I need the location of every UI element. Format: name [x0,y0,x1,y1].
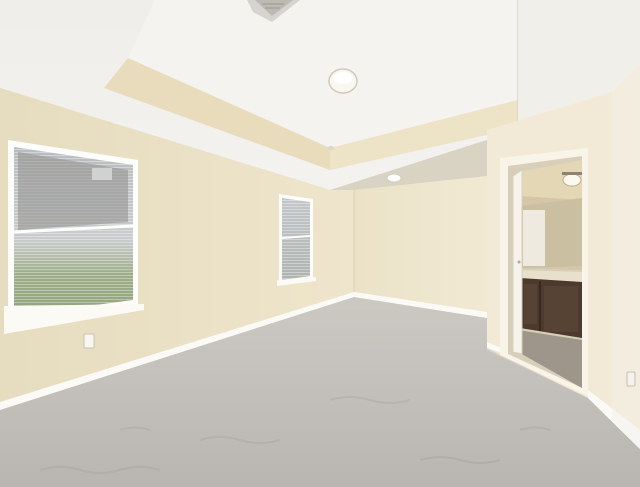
vanity-light [562,172,582,187]
back-wall [354,176,487,316]
room-scene [0,0,640,487]
middle-window [277,194,316,286]
bathroom-doorway [500,148,588,396]
electrical-outlet [83,333,95,349]
left-window [4,140,144,334]
ceiling-light [328,68,358,94]
bathroom-mirror-reflection [523,210,545,266]
